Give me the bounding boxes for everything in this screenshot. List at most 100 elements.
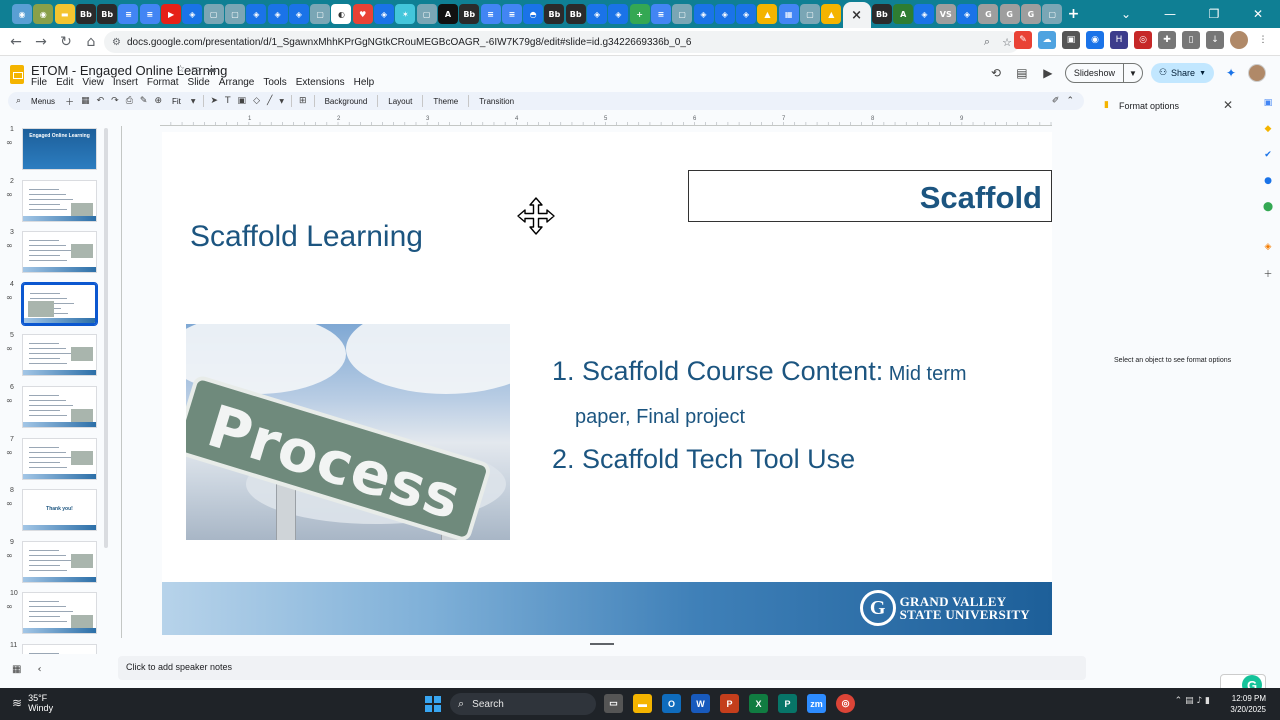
slide-thumbnail-row[interactable]: 2 ∞ bbox=[0, 178, 108, 224]
forward-icon[interactable]: → bbox=[29, 30, 53, 54]
notes-resize-handle[interactable] bbox=[590, 643, 614, 645]
browser-tab[interactable]: ◈ bbox=[587, 4, 608, 24]
line-icon[interactable]: ╱ bbox=[267, 96, 272, 106]
browser-tab[interactable]: ◈ bbox=[608, 4, 629, 24]
add-comment-icon[interactable]: ⊞ bbox=[299, 96, 307, 106]
browser-tab[interactable]: Bb bbox=[75, 4, 96, 24]
menu-tools[interactable]: Tools bbox=[263, 77, 286, 88]
collapse-panel-icon[interactable]: ‹ bbox=[37, 664, 41, 675]
back-icon[interactable]: ← bbox=[4, 30, 28, 54]
slide-thumbnail-row[interactable]: 1 ∞ Engaged Online Learning bbox=[0, 126, 108, 172]
browser-tab[interactable]: + bbox=[629, 4, 650, 24]
browser-tab[interactable]: G bbox=[1020, 4, 1041, 24]
add-addon-icon[interactable]: ＋ bbox=[1261, 266, 1275, 280]
account-avatar[interactable] bbox=[1248, 64, 1266, 82]
menus-search-label[interactable]: Menus bbox=[28, 97, 58, 106]
menu-view[interactable]: View bbox=[82, 77, 104, 88]
browser-tab[interactable]: ◉ bbox=[12, 4, 32, 24]
menu-slide[interactable]: Slide bbox=[188, 77, 210, 88]
extension-icon[interactable]: ✎ bbox=[1014, 31, 1032, 49]
browser-tab[interactable]: ≡ bbox=[501, 4, 522, 24]
slide-thumbnail[interactable]: Thank you! bbox=[22, 489, 97, 532]
extension-icon[interactable]: ▣ bbox=[1062, 31, 1080, 49]
address-bar[interactable]: ⚙ docs.google.com/presentation/d/1_Sgawn… bbox=[104, 31, 1020, 53]
tasks-icon[interactable]: ✔ bbox=[1261, 148, 1275, 162]
slide-thumbnail-row[interactable]: 6 ∞ bbox=[0, 384, 108, 430]
slide-thumbnail-row[interactable]: 8 ∞ Thank you! bbox=[0, 487, 108, 533]
browser-tab[interactable]: ◓ bbox=[523, 4, 544, 24]
kebab-menu-icon[interactable]: ⋮ bbox=[1254, 31, 1272, 49]
browser-tab[interactable]: ◈ bbox=[957, 4, 978, 24]
browser-tab[interactable]: ◈ bbox=[693, 4, 714, 24]
slideshow-button[interactable]: Slideshow ▼ bbox=[1064, 63, 1143, 83]
download-icon[interactable]: ↓ bbox=[1206, 31, 1224, 49]
comment-icon[interactable]: ▤ bbox=[1013, 64, 1031, 82]
addon-icon[interactable]: ◈ bbox=[1261, 240, 1275, 254]
browser-tab[interactable]: A bbox=[437, 4, 458, 24]
browser-tab[interactable]: ▢ bbox=[224, 4, 245, 24]
meet-icon[interactable]: ▶ bbox=[1039, 64, 1057, 82]
menu-help[interactable]: Help bbox=[354, 77, 375, 88]
zoom-icon[interactable]: zm bbox=[807, 694, 826, 713]
browser-tab[interactable]: A bbox=[893, 4, 914, 24]
browser-tab[interactable]: ◉ bbox=[33, 4, 54, 24]
browser-tab[interactable]: ▢ bbox=[416, 4, 437, 24]
restore-icon[interactable]: ❐ bbox=[1192, 0, 1236, 28]
browser-tab[interactable]: ▢ bbox=[203, 4, 224, 24]
taskbar-search[interactable]: ⌕ Search bbox=[450, 693, 596, 715]
slide-thumbnail[interactable] bbox=[21, 281, 98, 326]
paint-format-icon[interactable]: ✎ bbox=[140, 96, 148, 106]
file-explorer-icon[interactable]: ▬ bbox=[633, 694, 652, 713]
browser-tab[interactable]: ♥ bbox=[352, 4, 373, 24]
menu-file[interactable]: File bbox=[31, 77, 47, 88]
browser-tab[interactable]: Bb bbox=[565, 4, 586, 24]
slide-thumbnail-row[interactable]: 7 ∞ bbox=[0, 436, 108, 482]
browser-tab[interactable]: ◈ bbox=[267, 4, 288, 24]
browser-tab[interactable]: ▶ bbox=[161, 4, 182, 24]
layout-grid-icon[interactable]: ▦ bbox=[81, 96, 90, 106]
menu-edit[interactable]: Edit bbox=[56, 77, 73, 88]
menu-format[interactable]: Format bbox=[147, 77, 179, 88]
vertical-ruler[interactable] bbox=[116, 126, 122, 638]
slide-thumbnail-row[interactable]: 4 ∞ bbox=[0, 281, 108, 327]
browser-tab[interactable]: ▢ bbox=[799, 4, 820, 24]
publisher-icon[interactable]: P bbox=[778, 694, 797, 713]
browser-tab[interactable]: ◐ bbox=[331, 4, 352, 24]
browser-tab[interactable]: ▢ bbox=[672, 4, 693, 24]
slide-thumbnail-row[interactable]: 10 ∞ bbox=[0, 590, 108, 636]
weather-widget[interactable]: ≋ 35°F Windy bbox=[12, 693, 53, 713]
cloud-status-icon[interactable]: ☁ bbox=[206, 64, 216, 75]
slide-thumbnail[interactable] bbox=[22, 179, 97, 222]
close-icon[interactable]: ✕ bbox=[1223, 98, 1233, 112]
slide-thumbnail[interactable] bbox=[22, 334, 97, 377]
browser-tab[interactable]: ≡ bbox=[480, 4, 501, 24]
new-tab-icon[interactable]: + bbox=[1064, 4, 1084, 24]
speaker-notes[interactable]: Click to add speaker notes bbox=[118, 656, 1086, 680]
new-slide-icon[interactable]: ＋ bbox=[65, 95, 74, 108]
home-icon[interactable]: ⌂ bbox=[79, 30, 103, 54]
slide-thumbnail-row[interactable]: 9 ∞ bbox=[0, 539, 108, 585]
browser-tab[interactable]: ▲ bbox=[821, 4, 842, 24]
chevron-down-icon[interactable]: ⌄ bbox=[1104, 0, 1148, 28]
browser-tab[interactable]: ▦ bbox=[778, 4, 799, 24]
text-box-icon[interactable]: T bbox=[225, 96, 231, 106]
slide-thumbnail-row[interactable]: 3 ∞ bbox=[0, 229, 108, 275]
system-tray-icons[interactable]: ⌃ ▤ ♪ ▮ bbox=[1175, 696, 1210, 706]
process-sign-image[interactable]: Process bbox=[186, 324, 510, 540]
menu-extensions[interactable]: Extensions bbox=[296, 77, 345, 88]
browser-tab[interactable]: Bb bbox=[544, 4, 565, 24]
slide-thumbnail-row[interactable]: 5 ∞ bbox=[0, 332, 108, 378]
layout-button[interactable]: Layout bbox=[385, 97, 415, 106]
slide-thumbnail[interactable] bbox=[22, 386, 97, 428]
print-icon[interactable]: ⎙ bbox=[126, 96, 133, 106]
system-clock[interactable]: 12:09 PM 3/20/2025 bbox=[1230, 693, 1266, 715]
browser-tab[interactable]: VS bbox=[935, 4, 956, 24]
browser-tab[interactable]: ▢ bbox=[310, 4, 331, 24]
browser-tab[interactable]: ◈ bbox=[246, 4, 267, 24]
task-view-icon[interactable]: ▭ bbox=[604, 694, 623, 713]
browser-tab[interactable]: ≡ bbox=[139, 4, 160, 24]
select-cursor-icon[interactable]: ➤ bbox=[211, 96, 219, 106]
browser-tab[interactable]: Bb bbox=[459, 4, 480, 24]
slides-logo-icon[interactable] bbox=[10, 65, 24, 84]
minimize-icon[interactable]: — bbox=[1148, 0, 1192, 28]
